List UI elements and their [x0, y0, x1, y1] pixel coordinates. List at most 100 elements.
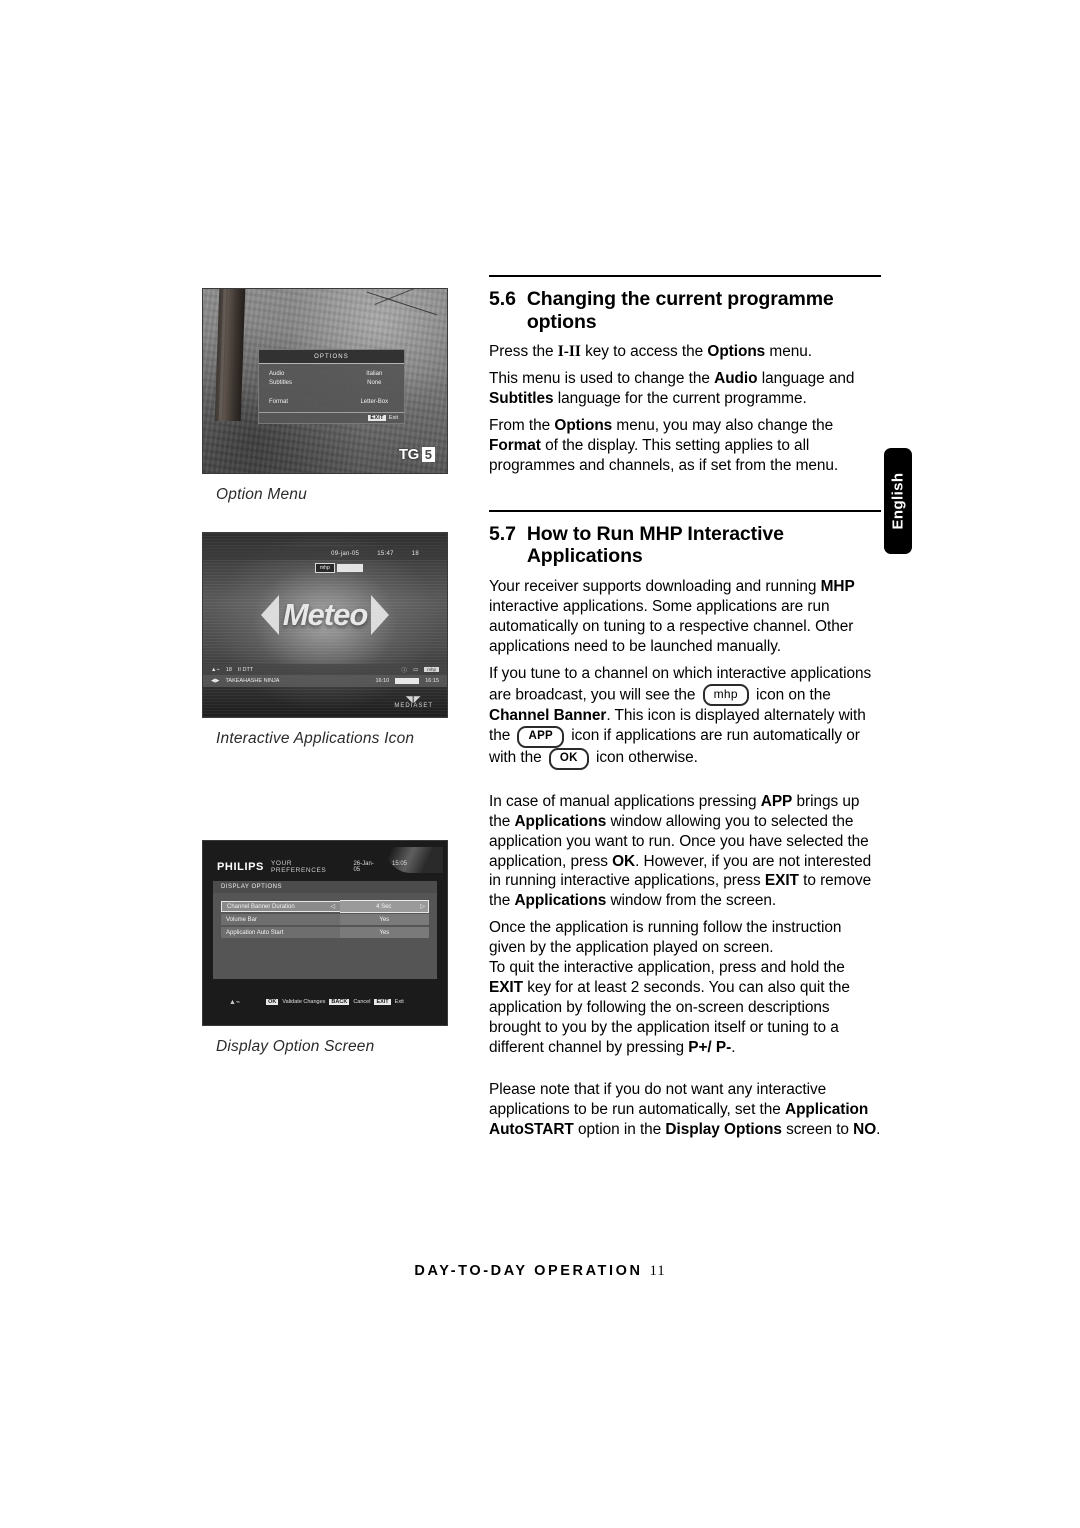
banner-time: 15:47 — [377, 550, 394, 557]
signal-icon: ▲⌁ — [211, 666, 220, 673]
mhp-icon-label: mhp — [315, 563, 335, 573]
display-options-title: DISPLAY OPTIONS — [213, 881, 437, 893]
options-row-audio[interactable]: Audio Italian — [259, 369, 404, 378]
exit-key-label: Exit — [394, 999, 404, 1005]
exit-key-badge: EXIT — [368, 415, 386, 421]
exit-key-badge: EXIT — [374, 999, 391, 1005]
screenshot-option-menu: OPTIONS Audio Italian Subtitles None For… — [202, 288, 448, 474]
options-row-label: Format — [269, 398, 289, 405]
mhp-key-icon: mhp — [702, 683, 749, 706]
meteo-logo: Meteo — [203, 595, 447, 635]
term-applications: Applications — [514, 892, 607, 910]
meteo-wordmark: Meteo — [282, 597, 369, 632]
philips-date: 26-Jan-05 — [353, 861, 374, 873]
options-row-format[interactable]: Format Letter-Box — [259, 397, 404, 406]
programme-title: TAKEAHASHE NINJA — [225, 678, 280, 684]
setting-row-channel-banner-duration[interactable]: Channel Banner Duration 4 Sec — [221, 900, 429, 913]
section-number: 5.6 — [489, 288, 516, 310]
paragraph-5-6-3: From the Options menu, you may also chan… — [489, 417, 839, 474]
mediaset-logo: ◥◤ MEDIASET — [394, 694, 433, 710]
tg5-logo-text: TG — [398, 446, 419, 463]
info-icon: ⓘ — [401, 667, 408, 674]
term-p-plus-minus: P+/ P- — [688, 1038, 732, 1056]
exit-key-label: Exit — [388, 415, 398, 421]
mhp-icon-bar — [336, 564, 363, 572]
programme-start: 16:10 — [375, 678, 390, 684]
term-display-options: Display Options — [665, 1120, 782, 1138]
banner-info-row: ▲⌁ 18 II DTT ⓘ ▭ mhp — [203, 664, 447, 675]
section-heading-5-6: 5.6 Changing the current programme optio… — [489, 288, 881, 333]
paragraph-5-7-1: Your receiver supports downloading and r… — [489, 578, 855, 655]
term-exit: EXIT — [489, 979, 524, 997]
paragraph-5-7-4: Once the application is running follow t… — [489, 919, 842, 957]
ok-key-icon: OK — [548, 748, 589, 770]
setting-label: Channel Banner Duration — [221, 901, 340, 912]
term-subtitles: Subtitles — [489, 390, 554, 408]
setting-row-application-auto-start[interactable]: Application Auto Start Yes — [221, 927, 429, 938]
philips-logo: PHILIPS — [217, 861, 264, 873]
setting-value: Yes — [339, 927, 429, 938]
banner-programme-row: ◀▶ TAKEAHASHE NINJA 16:10 16:15 — [203, 675, 447, 687]
options-row-spacer — [259, 387, 404, 397]
philips-time: 15:05 — [391, 861, 407, 867]
banner-channel-number: 18 — [411, 550, 419, 557]
figure-caption: Display Option Screen — [216, 1038, 375, 1055]
banner-mhp-badge: mhp — [424, 667, 439, 672]
paragraph-5-6-2: This menu is used to change the Audio la… — [489, 370, 855, 408]
language-tab-label: English — [889, 472, 907, 530]
term-format: Format — [489, 436, 541, 454]
options-menu-footer: EXIT Exit — [259, 412, 404, 423]
channel-banner-bottom: ▲⌁ 18 II DTT ⓘ ▭ mhp ◀▶ TAKEAHASHE NINJA… — [203, 664, 447, 687]
term-channel-banner: Channel Banner — [489, 706, 607, 724]
section-heading-5-7: 5.7 How to Run MHP Interactive Applicati… — [489, 523, 881, 568]
setting-label: Application Auto Start — [221, 927, 340, 938]
mhp-icon-indicator: mhp — [315, 563, 363, 573]
term-audio: Audio — [714, 370, 758, 388]
options-row-value: Letter-Box — [360, 398, 389, 405]
term-ok: OK — [612, 852, 636, 870]
paragraph-5-7-6: Please note that if you do not want any … — [489, 1080, 881, 1138]
setting-label: Volume Bar — [221, 914, 340, 925]
options-row-label: Audio — [269, 370, 285, 377]
section-divider — [489, 509, 881, 512]
chevron-right-icon — [371, 595, 390, 635]
section-title: How to Run MHP Interactive Applications — [526, 522, 784, 568]
philips-header: PHILIPS YOUR PREFERENCES 26-Jan-05 15:05 — [217, 857, 437, 877]
screenshot-meteo-banner: 09-jan-05 15:47 18 mhp Meteo ▲⌁ 18 II DT… — [202, 532, 448, 718]
term-options: Options — [707, 343, 766, 361]
programme-progress-bar — [395, 678, 420, 684]
display-options-panel: Channel Banner Duration 4 Sec Volume Bar… — [213, 893, 437, 979]
back-key-label: Cancel — [353, 999, 371, 1005]
figure-interactive-icon: 09-jan-05 15:47 18 mhp Meteo ▲⌁ 18 II DT… — [202, 532, 450, 748]
options-menu-rows: Audio Italian Subtitles None Format Lett… — [259, 364, 404, 408]
manual-page: OPTIONS Audio Italian Subtitles None For… — [0, 0, 1080, 1528]
mediaset-flame-icon: ◥◤ — [405, 694, 422, 704]
setting-row-volume-bar[interactable]: Volume Bar Yes — [221, 914, 429, 925]
options-row-subtitles[interactable]: Subtitles None — [259, 378, 404, 387]
chevron-left-icon — [260, 595, 279, 635]
philips-subtitle: YOUR PREFERENCES — [271, 860, 327, 874]
mediaset-text: MEDIASET — [394, 703, 433, 709]
options-menu-title: OPTIONS — [259, 350, 404, 364]
footer-page-number: 11 — [649, 1263, 666, 1279]
figure-caption: Option Menu — [216, 486, 307, 503]
tg5-logo-number: 5 — [421, 447, 435, 462]
footer-chapter-title: DAY-TO-DAY OPERATION — [414, 1263, 643, 1279]
figure-display-options: PHILIPS YOUR PREFERENCES 26-Jan-05 15:05… — [202, 840, 450, 1056]
channel-banner-top: 09-jan-05 15:47 18 — [203, 547, 447, 560]
setting-value: Yes — [339, 914, 429, 925]
language-side-tab: English — [884, 448, 912, 554]
philips-datetime: 26-Jan-05 15:05 — [353, 861, 437, 873]
term-app: APP — [760, 792, 793, 810]
screenshot-display-options: PHILIPS YOUR PREFERENCES 26-Jan-05 15:05… — [202, 840, 448, 1026]
screen-icon: ▭ — [413, 666, 419, 673]
figure-column: OPTIONS Audio Italian Subtitles None For… — [202, 288, 450, 1056]
figure-caption: Interactive Applications Icon — [216, 730, 415, 747]
section-divider — [489, 275, 881, 277]
display-options-rows: Channel Banner Duration 4 Sec Volume Bar… — [213, 893, 437, 938]
key-i-ii-glyph: I-II — [557, 343, 581, 361]
ok-key-badge: OK — [266, 999, 279, 1005]
prev-next-icon: ◀▶ — [211, 678, 220, 684]
ok-key-label: Validate Changes — [282, 999, 326, 1005]
term-exit: EXIT — [764, 872, 799, 890]
